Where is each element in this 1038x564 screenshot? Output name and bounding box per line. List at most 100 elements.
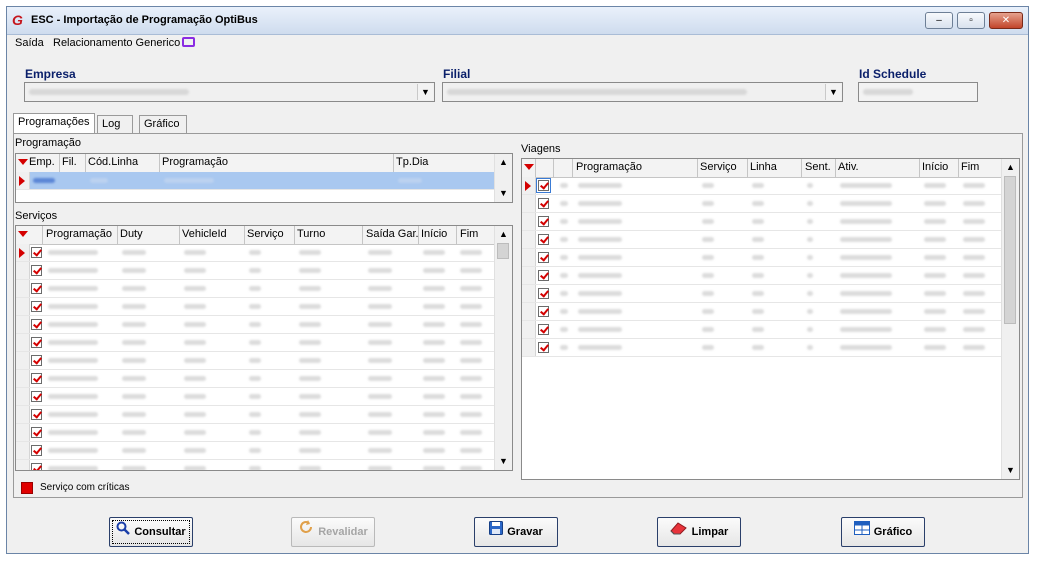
row-checkbox[interactable] bbox=[31, 319, 42, 330]
id-schedule-field[interactable] bbox=[858, 82, 978, 102]
menu-saida[interactable]: Saída bbox=[15, 37, 44, 49]
obscured-cell bbox=[48, 322, 98, 327]
consultar-button[interactable]: Consultar bbox=[109, 517, 193, 547]
row-checkbox[interactable] bbox=[536, 178, 551, 193]
menu-relacionamento-generico[interactable]: Relacionamento Generico bbox=[53, 37, 180, 49]
monitor-icon[interactable] bbox=[182, 37, 195, 47]
viagens-group-label: Viagens bbox=[521, 143, 561, 155]
col-servico[interactable]: Serviço bbox=[247, 228, 284, 240]
table-row[interactable] bbox=[16, 406, 496, 424]
row-checkbox[interactable] bbox=[31, 373, 42, 384]
row-checkbox[interactable] bbox=[538, 324, 549, 335]
row-checkbox[interactable] bbox=[538, 234, 549, 245]
row-checkbox[interactable] bbox=[538, 270, 549, 281]
col-turno[interactable]: Turno bbox=[297, 228, 325, 240]
row-checkbox[interactable] bbox=[538, 216, 549, 227]
chevron-down-icon[interactable]: ▼ bbox=[495, 185, 512, 202]
chevron-down-icon[interactable]: ▼ bbox=[825, 84, 841, 100]
table-row[interactable] bbox=[16, 244, 496, 262]
table-row[interactable] bbox=[16, 460, 496, 470]
col-fim[interactable]: Fim bbox=[460, 228, 478, 240]
col-servico[interactable]: Serviço bbox=[700, 161, 737, 173]
table-row[interactable] bbox=[522, 231, 1003, 249]
revalidar-button[interactable]: Revalidar bbox=[291, 517, 375, 547]
row-checkbox[interactable] bbox=[538, 198, 549, 209]
table-row[interactable] bbox=[16, 298, 496, 316]
table-row[interactable] bbox=[16, 262, 496, 280]
chevron-up-icon[interactable]: ▲ bbox=[495, 226, 512, 243]
obscured-cell bbox=[249, 250, 261, 255]
row-checkbox[interactable] bbox=[31, 337, 42, 348]
table-row[interactable] bbox=[16, 370, 496, 388]
col-inicio[interactable]: Início bbox=[922, 161, 948, 173]
scroll-thumb[interactable] bbox=[1004, 176, 1016, 324]
table-row[interactable] bbox=[16, 352, 496, 370]
tab-log[interactable]: Log bbox=[97, 115, 133, 133]
table-row[interactable] bbox=[16, 424, 496, 442]
table-row[interactable] bbox=[522, 303, 1003, 321]
servicos-scrollbar[interactable]: ▲ ▼ bbox=[494, 226, 512, 470]
col-vehicleid[interactable]: VehicleId bbox=[182, 228, 227, 240]
programacao-scrollbar[interactable]: ▲ ▼ bbox=[494, 154, 512, 202]
table-row[interactable] bbox=[16, 334, 496, 352]
row-checkbox[interactable] bbox=[31, 265, 42, 276]
row-checkbox[interactable] bbox=[31, 247, 42, 258]
gravar-button[interactable]: Gravar bbox=[474, 517, 558, 547]
col-programacao[interactable]: Programação bbox=[46, 228, 112, 240]
chevron-down-icon[interactable]: ▼ bbox=[1002, 462, 1019, 479]
table-row[interactable] bbox=[16, 280, 496, 298]
row-checkbox[interactable] bbox=[538, 342, 549, 353]
scroll-thumb[interactable] bbox=[497, 243, 509, 259]
close-button[interactable]: ✕ bbox=[989, 12, 1023, 29]
col-fim[interactable]: Fim bbox=[961, 161, 979, 173]
table-row[interactable] bbox=[16, 388, 496, 406]
row-checkbox[interactable] bbox=[31, 409, 42, 420]
grafico-button[interactable]: Gráfico bbox=[841, 517, 925, 547]
col-tp-dia[interactable]: Tp.Dia bbox=[396, 156, 428, 168]
limpar-button[interactable]: Limpar bbox=[657, 517, 741, 547]
col-ativ[interactable]: Ativ. bbox=[838, 161, 859, 173]
table-row[interactable] bbox=[522, 177, 1003, 195]
row-checkbox[interactable] bbox=[538, 252, 549, 263]
row-checkbox[interactable] bbox=[31, 355, 42, 366]
filial-combo[interactable]: ▼ bbox=[442, 82, 843, 102]
table-row[interactable] bbox=[522, 285, 1003, 303]
viagens-scrollbar[interactable]: ▲ ▼ bbox=[1001, 159, 1019, 479]
tab-grafico[interactable]: Gráfico bbox=[139, 115, 187, 133]
table-row[interactable] bbox=[522, 195, 1003, 213]
row-checkbox[interactable] bbox=[31, 445, 42, 456]
col-inicio[interactable]: Início bbox=[421, 228, 447, 240]
table-row[interactable] bbox=[16, 172, 496, 190]
chevron-up-icon[interactable]: ▲ bbox=[495, 154, 512, 171]
table-row[interactable] bbox=[522, 339, 1003, 357]
table-row[interactable] bbox=[16, 442, 496, 460]
table-row[interactable] bbox=[522, 213, 1003, 231]
table-row[interactable] bbox=[16, 316, 496, 334]
row-checkbox[interactable] bbox=[31, 283, 42, 294]
chevron-down-icon[interactable]: ▼ bbox=[417, 84, 433, 100]
row-checkbox[interactable] bbox=[538, 288, 549, 299]
col-programacao[interactable]: Programação bbox=[162, 156, 228, 168]
row-checkbox[interactable] bbox=[31, 391, 42, 402]
empresa-combo[interactable]: ▼ bbox=[24, 82, 435, 102]
row-checkbox[interactable] bbox=[31, 301, 42, 312]
tab-programacoes[interactable]: Programações bbox=[13, 113, 95, 134]
col-emp[interactable]: Emp. bbox=[29, 156, 55, 168]
table-row[interactable] bbox=[522, 249, 1003, 267]
table-row[interactable] bbox=[522, 267, 1003, 285]
col-sent[interactable]: Sent. bbox=[805, 161, 831, 173]
minimize-button[interactable]: – bbox=[925, 12, 953, 29]
col-saida-gar[interactable]: Saída Gar. bbox=[366, 228, 419, 240]
table-row[interactable] bbox=[522, 321, 1003, 339]
col-fil[interactable]: Fil. bbox=[62, 156, 77, 168]
row-checkbox[interactable] bbox=[538, 306, 549, 317]
chevron-up-icon[interactable]: ▲ bbox=[1002, 159, 1019, 176]
row-checkbox[interactable] bbox=[31, 427, 42, 438]
col-duty[interactable]: Duty bbox=[120, 228, 143, 240]
chevron-down-icon[interactable]: ▼ bbox=[495, 453, 512, 470]
col-programacao[interactable]: Programação bbox=[576, 161, 642, 173]
row-checkbox[interactable] bbox=[31, 463, 42, 470]
restore-button[interactable]: ▫ bbox=[957, 12, 985, 29]
col-linha[interactable]: Linha bbox=[750, 161, 777, 173]
col-cod-linha[interactable]: Cód.Linha bbox=[88, 156, 138, 168]
